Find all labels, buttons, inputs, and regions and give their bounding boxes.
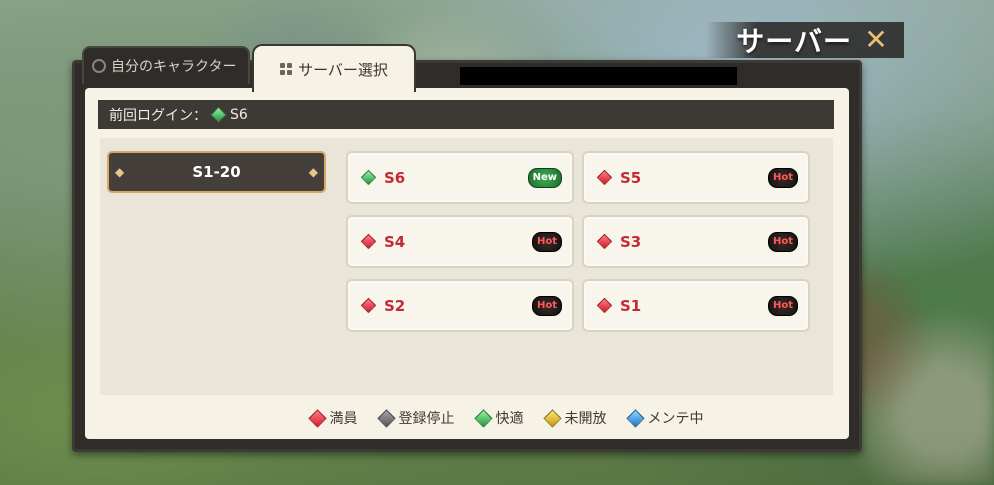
- legend-item-maintenance: メンテ中: [625, 408, 704, 428]
- legend-label: 快適: [495, 411, 524, 427]
- status-gem-icon: [360, 233, 377, 250]
- status-legend: 満員 登録停止 快適 未開放 メンテ中: [0, 408, 994, 428]
- server-range-button[interactable]: ◆ S1-20 ◆: [107, 151, 326, 193]
- server-name: S3: [620, 232, 642, 251]
- server-card-s5[interactable]: S5 Hot: [582, 151, 810, 204]
- legend-item-unopened: 未開放: [542, 408, 607, 428]
- status-gem-icon: [210, 106, 227, 123]
- title-bar: サーバー ✕: [706, 22, 904, 58]
- server-name: S5: [620, 168, 642, 187]
- server-card-s1[interactable]: S1 Hot: [582, 279, 810, 332]
- status-gem-icon: [596, 233, 613, 250]
- last-login-bar: 前回ログイン： S6: [98, 100, 834, 129]
- status-gem-icon: [360, 169, 377, 186]
- status-gem-icon: [307, 408, 327, 428]
- server-name: S6: [384, 168, 406, 187]
- tab-my-characters[interactable]: 自分のキャラクター: [82, 46, 250, 84]
- legend-item-full: 満員: [307, 408, 358, 428]
- server-name: S4: [384, 232, 406, 251]
- status-gem-icon: [596, 169, 613, 186]
- status-gem-icon: [542, 408, 562, 428]
- hot-badge: Hot: [767, 167, 798, 188]
- status-gem-icon: [473, 408, 493, 428]
- legend-label: 満員: [329, 411, 358, 427]
- chevron-right-icon: ◆: [308, 165, 318, 179]
- legend-item-closed: 登録停止: [376, 408, 455, 428]
- hot-badge: Hot: [767, 231, 798, 252]
- tab-server-select[interactable]: サーバー選択: [252, 44, 416, 92]
- server-card-s3[interactable]: S3 Hot: [582, 215, 810, 268]
- tab-label: サーバー選択: [298, 60, 388, 79]
- hot-badge: Hot: [531, 295, 562, 316]
- hot-badge: Hot: [531, 231, 562, 252]
- last-login-label: 前回ログイン：: [109, 107, 207, 124]
- server-card-s2[interactable]: S2 Hot: [346, 279, 574, 332]
- status-gem-icon: [376, 408, 396, 428]
- hot-badge: Hot: [767, 295, 798, 316]
- legend-label: 未開放: [564, 411, 607, 427]
- close-icon[interactable]: ✕: [862, 26, 890, 54]
- status-gem-icon: [360, 297, 377, 314]
- status-gem-icon: [596, 297, 613, 314]
- user-icon: [92, 59, 106, 73]
- server-card-s6[interactable]: S6 New: [346, 151, 574, 204]
- legend-item-comfortable: 快適: [473, 408, 524, 428]
- server-name: S2: [384, 296, 406, 315]
- new-badge: New: [527, 167, 562, 188]
- last-login-server: S6: [230, 106, 248, 123]
- server-card-s4[interactable]: S4 Hot: [346, 215, 574, 268]
- legend-label: メンテ中: [647, 411, 704, 427]
- server-name: S1: [620, 296, 642, 315]
- range-label: S1-20: [192, 163, 241, 181]
- redacted-bar: [460, 67, 737, 85]
- legend-label: 登録停止: [398, 411, 455, 427]
- page-title: サーバー: [736, 25, 852, 58]
- status-gem-icon: [625, 408, 645, 428]
- grid-icon: [280, 63, 293, 75]
- chevron-left-icon: ◆: [115, 165, 125, 179]
- tab-label: 自分のキャラクター: [111, 59, 237, 75]
